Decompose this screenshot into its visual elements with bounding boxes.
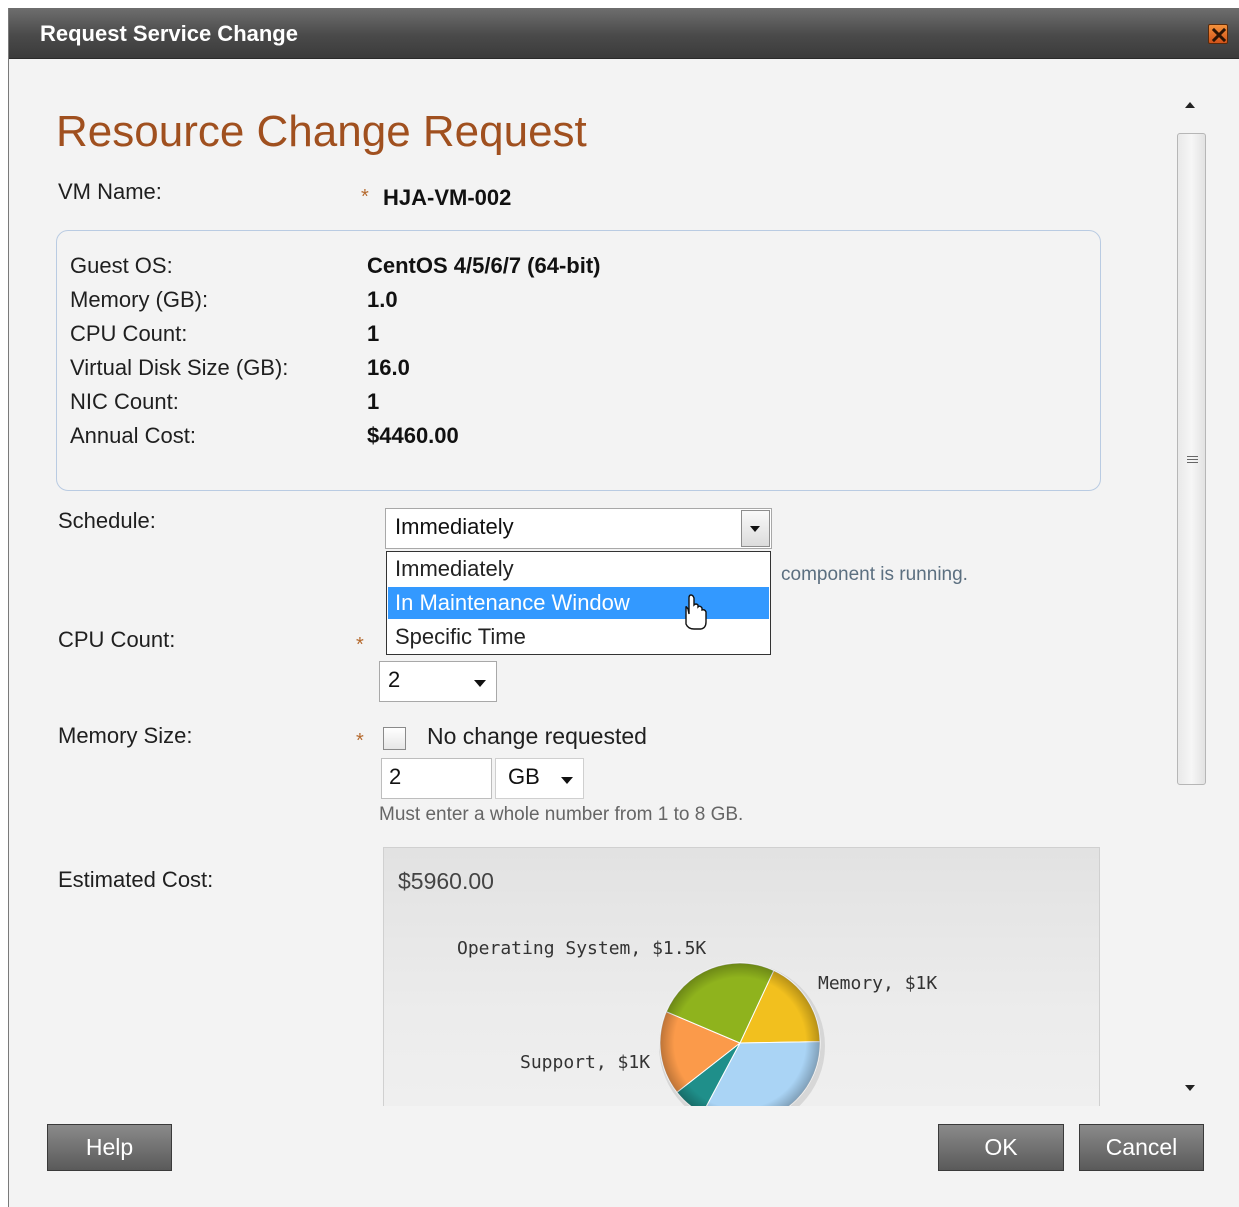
dialog-titlebar: Request Service Change	[9, 8, 1239, 59]
schedule-selected-value: Immediately	[395, 514, 514, 539]
chevron-down-icon	[561, 777, 573, 784]
dialog-content: Resource Change Request VM Name: * HJA-V…	[9, 60, 1174, 1106]
memory-size-value: 2	[389, 764, 402, 789]
help-button[interactable]: Help	[47, 1124, 172, 1171]
scroll-down-arrow-icon[interactable]	[1185, 1085, 1195, 1091]
nic-count-label: NIC Count:	[70, 389, 179, 414]
request-service-change-dialog: Request Service Change Resource Change R…	[8, 8, 1239, 1207]
pie-label-memory: Memory, $1K	[818, 973, 938, 994]
cpu-count-select[interactable]: 2	[379, 661, 497, 702]
scrollbar-thumb[interactable]	[1177, 133, 1206, 785]
ok-button[interactable]: OK	[938, 1124, 1064, 1171]
schedule-option-immediately[interactable]: Immediately	[388, 553, 769, 585]
no-change-label: No change requested	[427, 723, 647, 749]
pie-label-support: Support, $1K	[520, 1052, 651, 1073]
scroll-up-arrow-icon[interactable]	[1185, 102, 1195, 108]
memory-unit-value: GB	[508, 764, 540, 789]
vm-name-value: HJA-VM-002	[383, 185, 512, 210]
cpu-count-input-label: CPU Count:	[58, 627, 176, 652]
form-heading: Resource Change Request	[56, 107, 587, 156]
disk-size-value: 16.0	[367, 355, 410, 380]
memory-unit-select[interactable]: GB	[495, 758, 584, 799]
cpu-count-selected-value: 2	[388, 667, 401, 692]
schedule-option-maintenance-window[interactable]: In Maintenance Window	[388, 587, 769, 619]
chevron-down-icon	[750, 526, 760, 532]
memory-size-label: Memory Size:	[58, 723, 193, 748]
memory-size-input[interactable]: 2	[381, 758, 492, 799]
no-change-checkbox[interactable]	[383, 727, 406, 750]
mouse-cursor-icon	[685, 594, 707, 630]
chevron-down-icon	[474, 680, 486, 687]
schedule-option-specific-time[interactable]: Specific Time	[388, 621, 769, 653]
schedule-dropdown-button[interactable]	[741, 510, 770, 547]
memory-label: Memory (GB):	[70, 287, 209, 312]
schedule-options-list: Immediately In Maintenance Window Specif…	[386, 551, 771, 655]
disk-size-label: Virtual Disk Size (GB):	[70, 355, 289, 380]
guest-os-label: Guest OS:	[70, 253, 173, 278]
memory-size-note: Must enter a whole number from 1 to 8 GB…	[379, 804, 744, 825]
required-marker: *	[361, 186, 369, 208]
schedule-select[interactable]: Immediately	[385, 508, 772, 549]
required-marker: *	[356, 634, 364, 656]
memory-value: 1.0	[367, 287, 398, 312]
close-icon[interactable]	[1208, 24, 1228, 44]
grip-icon	[1187, 456, 1198, 465]
content-scrollbar[interactable]	[1176, 88, 1213, 1103]
estimated-cost-panel: $5960.00 Operating System, $1.5K Memory,…	[383, 847, 1100, 1106]
annual-cost-value: $4460.00	[367, 423, 459, 448]
pie-label-operating-system: Operating System, $1.5K	[457, 938, 707, 959]
nic-count-value: 1	[367, 389, 380, 414]
cost-pie-chart	[659, 962, 825, 1106]
estimated-cost-total: $5960.00	[398, 868, 494, 894]
vm-info-panel: Guest OS: CentOS 4/5/6/7 (64-bit) Memory…	[56, 230, 1101, 491]
cpu-count-value: 1	[367, 321, 380, 346]
cancel-button[interactable]: Cancel	[1079, 1124, 1204, 1171]
cpu-count-label: CPU Count:	[70, 321, 188, 346]
guest-os-value: CentOS 4/5/6/7 (64-bit)	[367, 253, 601, 278]
vm-name-label: VM Name:	[58, 179, 162, 204]
schedule-label: Schedule:	[58, 508, 156, 533]
dialog-title: Request Service Change	[40, 21, 298, 46]
schedule-hint: component is running.	[781, 564, 968, 585]
required-marker: *	[356, 730, 364, 752]
estimated-cost-label: Estimated Cost:	[58, 867, 214, 892]
annual-cost-label: Annual Cost:	[70, 423, 196, 448]
